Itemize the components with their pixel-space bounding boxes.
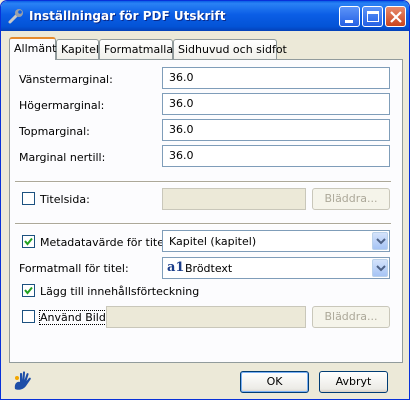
right-margin-label: Högermarginal: bbox=[19, 99, 105, 112]
bottom-margin-input[interactable]: 36.0 bbox=[162, 145, 390, 167]
metadata-title-select[interactable]: Kapitel (kapitel) bbox=[162, 230, 390, 252]
title-style-label: Formatmall för titel: bbox=[19, 262, 129, 275]
metadata-title-label: Metadatavärde för titel: bbox=[40, 236, 171, 249]
tab-formatmallar[interactable]: Formatmallar bbox=[99, 39, 178, 59]
maximize-button[interactable] bbox=[362, 6, 383, 27]
title-page-label: Titelsida: bbox=[40, 193, 90, 206]
toc-checkbox[interactable] bbox=[22, 284, 35, 297]
ok-button[interactable]: OK bbox=[240, 371, 309, 393]
tab-kapitel[interactable]: Kapitel bbox=[56, 39, 99, 59]
paragraph-style-icon: a1 bbox=[167, 260, 185, 275]
dropdown-button[interactable] bbox=[372, 259, 388, 277]
check-icon bbox=[24, 286, 33, 295]
separator bbox=[15, 223, 391, 225]
title-bar[interactable]: Inställningar för PDF Utskrift bbox=[1, 1, 409, 31]
minimize-icon bbox=[345, 20, 353, 23]
separator bbox=[15, 181, 391, 183]
window-title: Inställningar för PDF Utskrift bbox=[29, 9, 226, 23]
title-page-checkbox[interactable] bbox=[22, 192, 35, 205]
metadata-title-selected: Kapitel (kapitel) bbox=[169, 235, 257, 248]
toc-label: Lägg till innehållsförteckning bbox=[40, 285, 200, 298]
hand-logo-icon bbox=[14, 371, 31, 390]
metadata-title-checkbox[interactable] bbox=[22, 235, 35, 248]
settings-dialog: Inställningar för PDF Utskrift Allmänt K… bbox=[0, 0, 410, 400]
dropdown-button[interactable] bbox=[372, 232, 388, 250]
left-margin-input[interactable]: 36.0 bbox=[162, 67, 390, 89]
title-page-input[interactable] bbox=[162, 188, 306, 210]
tab-allmant[interactable]: Allmänt bbox=[9, 37, 56, 60]
left-margin-label: Vänstermarginal: bbox=[19, 73, 113, 86]
title-style-selected: Brödtext bbox=[185, 262, 233, 275]
check-icon bbox=[24, 237, 33, 246]
maximize-icon bbox=[367, 11, 379, 22]
minimize-button[interactable] bbox=[339, 6, 360, 27]
use-image-checkbox[interactable] bbox=[22, 310, 35, 323]
use-image-label: Använd Bild: bbox=[39, 310, 111, 325]
close-button[interactable] bbox=[385, 6, 406, 27]
wrench-icon bbox=[8, 9, 23, 24]
top-margin-input[interactable]: 36.0 bbox=[162, 119, 390, 141]
chevron-down-icon bbox=[376, 238, 386, 245]
chevron-down-icon bbox=[376, 265, 386, 272]
bottom-margin-label: Marginal nertill: bbox=[19, 151, 106, 164]
close-icon bbox=[390, 11, 402, 23]
top-margin-label: Topmarginal: bbox=[19, 125, 90, 138]
use-image-input[interactable] bbox=[106, 306, 306, 328]
tab-sidhuvud-och-sidfot[interactable]: Sidhuvud och sidfot bbox=[173, 39, 287, 59]
title-page-browse-button[interactable]: Bläddra... bbox=[312, 188, 390, 210]
use-image-browse-button[interactable]: Bläddra... bbox=[312, 306, 390, 328]
cancel-button[interactable]: Avbryt bbox=[319, 371, 388, 393]
title-style-select[interactable]: a1 Brödtext bbox=[162, 257, 390, 279]
right-margin-input[interactable]: 36.0 bbox=[162, 93, 390, 115]
